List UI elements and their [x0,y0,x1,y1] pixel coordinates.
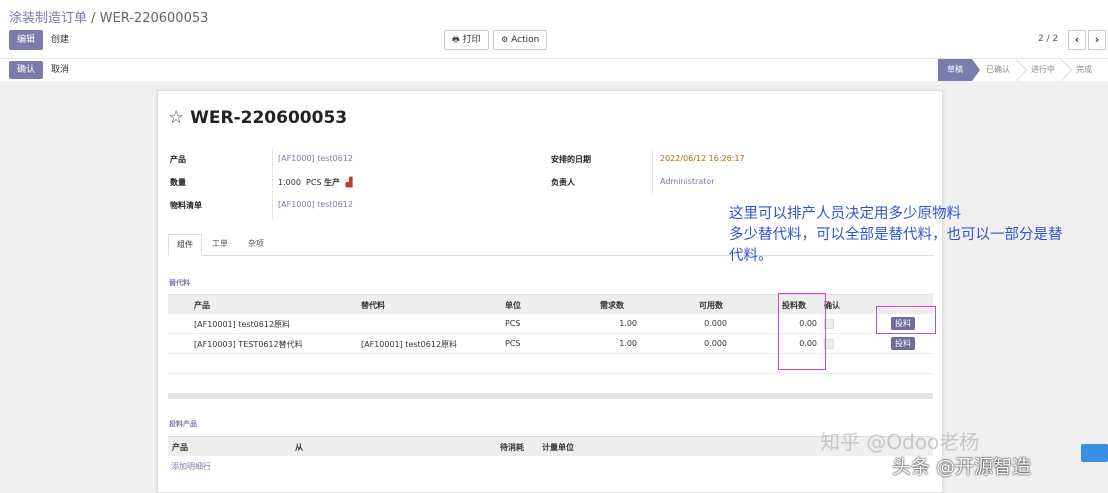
gear-icon: ⚙ [501,35,509,44]
quantity-value: 1.000 [278,178,301,187]
breadcrumb: 涂装制造订单 / WER-220600053 [9,7,208,26]
stage-draft[interactable]: 草稿 [938,59,980,81]
scheduled-date-field[interactable]: 2022/06/12 16:26:17 [660,154,745,163]
quantity-produce: 生产 [324,178,341,187]
tab-work-orders[interactable]: 工单 [204,234,236,256]
stage-done[interactable]: 完成 [1070,59,1098,81]
column-header[interactable]: 确认 [824,300,840,311]
column-header[interactable]: 需求数 [600,300,624,311]
confirm-button[interactable]: 确认 [9,61,44,79]
annotation-line: 这里可以排产人员决定用多少原物料 [729,206,961,222]
column-header[interactable]: 替代料 [361,300,385,311]
row-product: [AF10003] TEST0612替代料 [194,340,303,349]
quantity-label: 数量 [170,178,186,187]
chart-icon[interactable]: ▟ [346,178,353,188]
responsible-label: 负责人 [551,178,575,187]
bom-field[interactable]: [AF1000] test0612 [278,200,353,209]
product-field[interactable]: [AF1000] test0612 [278,154,353,163]
fed-products-table-header: 产品 从 待消耗 计量单位 [168,436,933,456]
row-available: 0.000 [704,339,727,348]
breadcrumb-separator: / [87,11,100,26]
status-bar: 确认 取消 草稿 已确认 进行中 完成 [0,58,1108,82]
edit-button[interactable]: 编辑 [9,30,44,50]
column-header[interactable]: 产品 [194,300,210,311]
print-icon: 🖶 [452,35,460,44]
column-header[interactable]: 计量单位 [542,442,574,453]
tab-components[interactable]: 组件 [168,234,202,256]
substitutes-section-title: 替代料 [169,279,190,287]
feed-button[interactable]: 投料 [891,337,915,350]
action-label: Action [511,35,540,45]
breadcrumb-parent-link[interactable]: 涂装制造订单 [9,11,87,26]
cancel-button[interactable]: 取消 [43,61,78,79]
toutiao-watermark: 头条 @开源智造 [892,456,1032,478]
breadcrumb-current: WER-220600053 [99,11,209,26]
annotation-line: 代料。 [729,248,773,264]
row-substitute: [AF10001] test0612原料 [361,340,458,349]
column-header[interactable]: 从 [295,442,303,453]
column-header[interactable]: 待消耗 [500,442,524,453]
row-required: 1.00 [619,319,637,328]
bom-label: 物料清单 [170,201,202,210]
quantity-uom: PCS [306,178,322,187]
pager-next-icon[interactable]: › [1088,30,1106,50]
fed-products-section-title: 投料产品 [169,420,197,428]
pager-previous-icon[interactable]: ‹ [1068,30,1086,50]
print-label: 打印 [462,35,481,45]
pager-value[interactable]: 2 / 2 [1038,34,1058,44]
feed-qty-highlight-box [778,293,826,370]
zhihu-watermark: 知乎 @Odoo老杨 [820,430,980,454]
label-divider [272,149,273,219]
create-button[interactable]: 创建 [43,30,78,50]
floating-help-button[interactable] [1081,444,1108,462]
add-line-link[interactable]: 添加明细行 [171,461,211,472]
row-unit: PCS [505,339,521,348]
record-title: ☆ WER-220600053 [168,107,347,128]
scheduled-date-label: 安排的日期 [551,155,591,164]
annotation-note: 这里可以排产人员决定用多少原物料 多少替代料，可以全部是替代料，也可以一部分是替… [729,204,1104,267]
row-available: 0.000 [704,319,727,328]
annotation-line: 多少替代料，可以全部是替代料，也可以一部分是替 [729,227,1063,243]
control-panel: 涂装制造订单 / WER-220600053 编辑 创建 🖶 打印 ⚙ Action… [0,0,1108,82]
record-name: WER-220600053 [190,108,348,128]
table-footer-band [168,393,933,399]
row-required: 1.00 [619,339,637,348]
star-icon[interactable]: ☆ [168,107,184,128]
product-label: 产品 [170,155,186,164]
print-button[interactable]: 🖶 打印 [444,30,489,50]
row-unit: PCS [505,319,521,328]
column-header[interactable]: 产品 [172,442,188,453]
tab-misc[interactable]: 杂项 [240,234,272,256]
feed-button-highlight-box [876,306,936,334]
action-button[interactable]: ⚙ Action [493,30,548,50]
quantity-field: 1.000 PCS 生产 ▟ [278,177,353,188]
responsible-field[interactable]: Administrator [660,177,715,186]
column-header[interactable]: 单位 [505,300,521,311]
label-divider [652,149,653,195]
column-header[interactable]: 可用数 [699,300,723,311]
row-product: [AF10001] test0612原料 [194,320,291,329]
